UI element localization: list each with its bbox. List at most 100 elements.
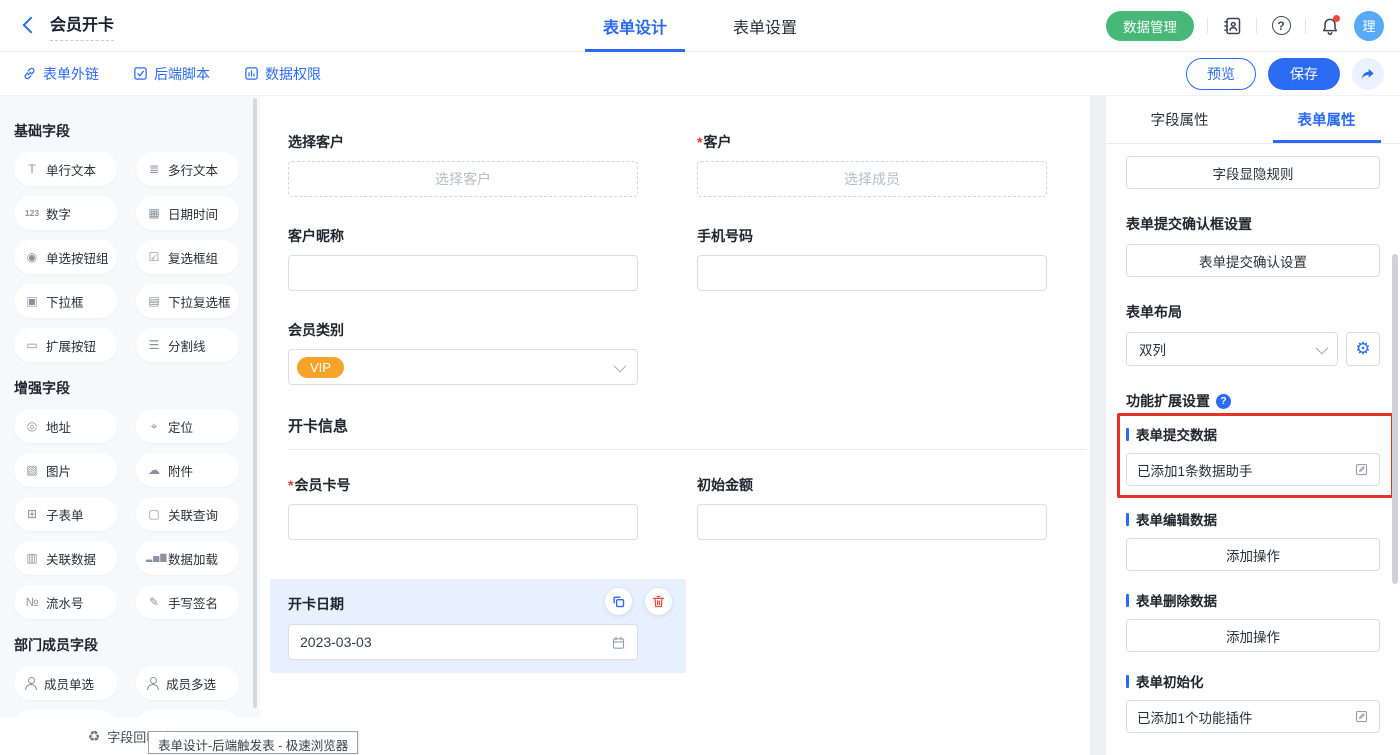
share-button[interactable] <box>1352 58 1384 90</box>
field-item-extend-button[interactable]: ▭扩展按钮 <box>14 328 117 362</box>
field-item-geolocation[interactable]: ⌖定位 <box>136 409 239 443</box>
field-item-signature[interactable]: ✎手写签名 <box>136 585 239 619</box>
preview-button[interactable]: 预览 <box>1186 58 1256 90</box>
group-title: 表单初始化 <box>1126 671 1380 691</box>
sidebar-scrollbar[interactable] <box>253 98 257 708</box>
people-icon <box>146 677 160 690</box>
field-item-multi-dropdown[interactable]: ▤下拉复选框 <box>136 284 239 318</box>
field-item-subform[interactable]: ⊞子表单 <box>14 497 117 531</box>
field-item-data-load[interactable]: ▂▅▇数据加载 <box>136 541 239 575</box>
extension-settings-title: 功能扩展设置 ? <box>1126 391 1380 411</box>
tab-field-properties[interactable]: 字段属性 <box>1106 96 1253 143</box>
field-visibility-rules-button[interactable]: 字段显隐规则 <box>1126 156 1380 189</box>
layout-settings-button[interactable]: ⚙ <box>1346 332 1380 366</box>
external-link-action[interactable]: 表单外链 <box>22 64 99 84</box>
field-initial-amount[interactable]: 初始金额 <box>697 475 1047 540</box>
field-item-linked-data[interactable]: ▥关联数据 <box>14 541 117 575</box>
save-button[interactable]: 保存 <box>1268 58 1340 90</box>
header-actions: 数据管理 ? 理 <box>1106 11 1384 41</box>
open-date-input[interactable]: 2023-03-03 <box>288 624 638 660</box>
field-item-radio-group[interactable]: ◉单选按钮组 <box>14 240 117 274</box>
form-canvas: 选择客户 选择客户 *客户 选择成员 客户昵称 手机号码 <box>260 96 1090 755</box>
top-header: 会员开卡 表单设计 表单设置 数据管理 ? <box>0 0 1400 52</box>
radio-icon: ◉ <box>24 251 40 263</box>
permission-icon <box>244 66 259 81</box>
field-item-datetime[interactable]: ▦日期时间 <box>136 196 239 230</box>
field-select-customer[interactable]: 选择客户 选择客户 <box>288 132 638 197</box>
link-icon <box>22 66 37 81</box>
submit-confirm-settings-button[interactable]: 表单提交确认设置 <box>1126 244 1380 277</box>
card-no-input[interactable] <box>288 504 638 540</box>
calendar-icon: ▦ <box>146 207 162 219</box>
calendar-icon <box>611 635 626 650</box>
serial-number-icon: № <box>24 596 40 608</box>
layout-select[interactable]: 双列 <box>1126 332 1338 366</box>
panel-gap <box>1090 96 1106 755</box>
data-manage-button[interactable]: 数据管理 <box>1106 11 1194 41</box>
data-permission-action[interactable]: 数据权限 <box>244 64 321 84</box>
chevron-down-icon <box>614 359 627 372</box>
tab-form-settings[interactable]: 表单设置 <box>731 0 799 52</box>
delete-data-add-button[interactable]: 添加操作 <box>1126 619 1380 652</box>
field-item-address[interactable]: ◎地址 <box>14 409 117 443</box>
group-form-delete-data: 表单删除数据 添加操作 <box>1126 590 1380 652</box>
field-item-dropdown[interactable]: ▣下拉框 <box>14 284 117 318</box>
nickname-input[interactable] <box>288 255 638 291</box>
edit-data-add-button[interactable]: 添加操作 <box>1126 538 1380 571</box>
header-tabs: 表单设计 表单设置 <box>601 0 799 52</box>
blue-bar-icon <box>1126 675 1129 688</box>
tab-form-properties[interactable]: 表单属性 <box>1253 96 1400 143</box>
selected-field-open-date[interactable]: 开卡日期 2023-03-03 <box>270 579 686 673</box>
submit-data-value[interactable]: 已添加1条数据助手 <box>1126 453 1380 486</box>
enhanced-fields-grid: ◎地址 ⌖定位 ▧图片 ☁附件 ⊞子表单 ▢关联查询 ▥关联数据 ▂▅▇数据加载… <box>0 409 260 619</box>
field-item-checkbox-group[interactable]: ☑复选框组 <box>136 240 239 274</box>
form-title[interactable]: 会员开卡 <box>50 11 114 41</box>
field-item-single-line-text[interactable]: T单行文本 <box>14 152 117 186</box>
field-member-type[interactable]: 会员类别 VIP <box>288 320 638 385</box>
edit-icon[interactable] <box>1354 462 1369 477</box>
tab-form-design[interactable]: 表单设计 <box>601 0 669 52</box>
delete-field-button[interactable] <box>645 588 672 615</box>
script-icon <box>133 66 148 81</box>
subform-icon: ⊞ <box>24 508 40 520</box>
field-item-member-multi[interactable]: 成员多选 <box>136 666 239 700</box>
field-label: 客户昵称 <box>288 226 638 246</box>
member-type-select[interactable]: VIP <box>288 349 638 385</box>
initial-amount-input[interactable] <box>697 504 1047 540</box>
select-customer-input[interactable]: 选择客户 <box>288 161 638 197</box>
field-item-linked-query[interactable]: ▢关联查询 <box>136 497 239 531</box>
edit-icon[interactable] <box>1354 709 1369 724</box>
linked-query-icon: ▢ <box>146 508 162 520</box>
field-item-divider[interactable]: ☰分割线 <box>136 328 239 362</box>
checkbox-icon: ☑ <box>146 251 162 263</box>
button-icon: ▭ <box>24 339 40 351</box>
back-icon[interactable] <box>18 15 40 37</box>
field-item-multi-line-text[interactable]: ≣多行文本 <box>136 152 239 186</box>
group-form-init: 表单初始化 已添加1个功能插件 <box>1126 671 1380 733</box>
copy-field-button[interactable] <box>605 588 632 615</box>
field-item-number[interactable]: 123数字 <box>14 196 117 230</box>
recycle-icon: ♻ <box>88 728 101 745</box>
panel-scrollbar[interactable] <box>1392 254 1398 584</box>
field-label: 会员类别 <box>288 320 638 340</box>
field-customer[interactable]: *客户 选择成员 <box>697 132 1047 197</box>
number-icon: 123 <box>24 209 40 218</box>
gear-icon: ⚙ <box>1355 339 1370 359</box>
notification-bell-icon[interactable] <box>1319 15 1341 37</box>
customer-member-input[interactable]: 选择成员 <box>697 161 1047 197</box>
form-init-value[interactable]: 已添加1个功能插件 <box>1126 700 1380 733</box>
field-item-serial-number[interactable]: №流水号 <box>14 585 117 619</box>
extension-help-icon[interactable]: ? <box>1216 394 1231 409</box>
field-member-card-no[interactable]: *会员卡号 <box>288 475 638 540</box>
field-item-member-single[interactable]: 成员单选 <box>14 666 117 700</box>
avatar[interactable]: 理 <box>1354 11 1384 41</box>
field-item-attachment[interactable]: ☁附件 <box>136 453 239 487</box>
notification-badge <box>1333 15 1340 22</box>
field-phone-number[interactable]: 手机号码 <box>697 226 1047 291</box>
field-customer-nickname[interactable]: 客户昵称 <box>288 226 638 291</box>
contacts-icon[interactable] <box>1221 15 1243 37</box>
backend-script-action[interactable]: 后端脚本 <box>133 64 210 84</box>
help-icon[interactable]: ? <box>1270 15 1292 37</box>
field-item-image[interactable]: ▧图片 <box>14 453 117 487</box>
phone-input[interactable] <box>697 255 1047 291</box>
